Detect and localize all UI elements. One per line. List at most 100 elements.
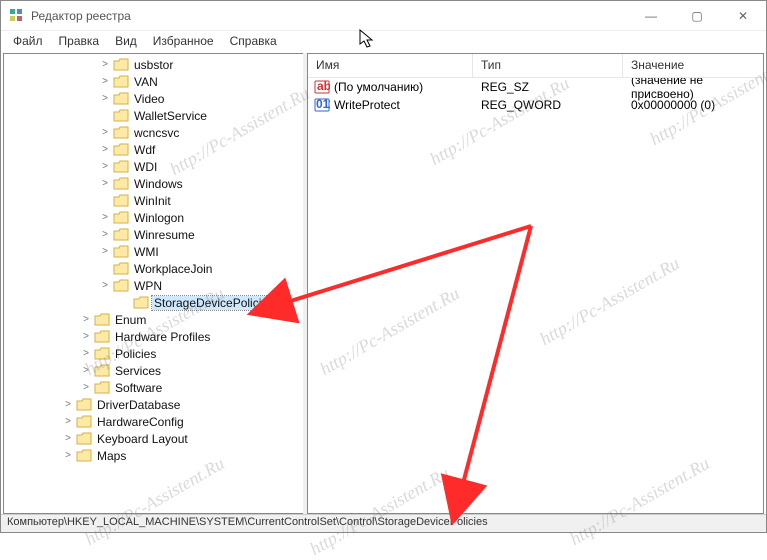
expander-icon[interactable]: > <box>99 161 111 172</box>
tree-item[interactable]: > wcncsvc <box>4 124 303 141</box>
svg-text:ab: ab <box>317 79 330 93</box>
list-pane: Имя Тип Значение ab(По умолчанию)REG_SZ(… <box>307 53 764 514</box>
list-row[interactable]: ab(По умолчанию)REG_SZ(значение не присв… <box>308 78 763 96</box>
column-header-type[interactable]: Тип <box>473 54 623 77</box>
maximize-button[interactable]: ▢ <box>674 1 720 31</box>
menubar: Файл Правка Вид Избранное Справка <box>1 31 766 51</box>
expander-icon[interactable]: > <box>99 178 111 189</box>
expander-icon[interactable]: > <box>99 246 111 257</box>
expander-icon[interactable]: > <box>62 433 74 444</box>
tree-item[interactable]: >Video <box>4 90 303 107</box>
folder-icon <box>113 194 129 208</box>
value-data: 0x00000000 (0) <box>623 98 763 112</box>
tree-item[interactable]: > Hardware Profiles <box>4 328 303 345</box>
tree-item[interactable]: > Winlogon <box>4 209 303 226</box>
folder-icon <box>113 279 129 293</box>
expander-icon[interactable]: > <box>62 416 74 427</box>
expander-icon[interactable]: > <box>99 93 111 104</box>
tree-item[interactable]: > Services <box>4 362 303 379</box>
tree-item[interactable]: > usbstor <box>4 56 303 73</box>
list-body[interactable]: ab(По умолчанию)REG_SZ(значение не присв… <box>308 78 763 513</box>
string-value-icon: ab <box>314 79 330 95</box>
tree-item-label: Windows <box>132 177 185 191</box>
menu-favorites[interactable]: Избранное <box>145 32 222 50</box>
tree-item[interactable]: > WMI <box>4 243 303 260</box>
tree-item-label: HardwareConfig <box>95 415 186 429</box>
expander-icon[interactable]: > <box>99 76 111 87</box>
tree-item[interactable]: > VAN <box>4 73 303 90</box>
tree-item-label: Keyboard Layout <box>95 432 190 446</box>
folder-icon <box>113 58 129 72</box>
titlebar: Редактор реестра — ▢ ✕ <box>1 1 766 31</box>
folder-icon <box>113 211 129 225</box>
tree-item[interactable]: StorageDevicePolicies <box>4 294 303 311</box>
folder-icon <box>76 449 92 463</box>
menu-edit[interactable]: Правка <box>51 32 108 50</box>
binary-value-icon: 011 <box>314 97 330 113</box>
expander-icon[interactable]: > <box>99 280 111 291</box>
expander-icon[interactable]: > <box>80 331 92 342</box>
tree-item-label: Enum <box>113 313 148 327</box>
expander-icon[interactable]: > <box>99 144 111 155</box>
tree-item-label: WinInit <box>132 194 173 208</box>
tree-item-label: StorageDevicePolicies <box>152 296 276 310</box>
tree-item[interactable]: > Enum <box>4 311 303 328</box>
tree-item[interactable]: >Wdf <box>4 141 303 158</box>
expander-icon[interactable]: > <box>80 382 92 393</box>
tree-item-label: usbstor <box>132 58 175 72</box>
menu-help[interactable]: Справка <box>222 32 285 50</box>
tree-item[interactable]: > Winresume <box>4 226 303 243</box>
expander-icon[interactable]: > <box>80 365 92 376</box>
close-button[interactable]: ✕ <box>720 1 766 31</box>
tree-item-label: VAN <box>132 75 160 89</box>
column-header-name[interactable]: Имя <box>308 54 473 77</box>
tree-scroll[interactable]: >usbstor>VAN>VideoWalletService>wcncsvc>… <box>4 54 303 513</box>
expander-icon[interactable]: > <box>62 399 74 410</box>
expander-icon[interactable]: > <box>99 212 111 223</box>
folder-icon <box>76 432 92 446</box>
tree-item-label: wcncsvc <box>132 126 181 140</box>
folder-icon <box>113 228 129 242</box>
tree-item-label: Software <box>113 381 164 395</box>
tree-item[interactable]: > Software <box>4 379 303 396</box>
folder-icon <box>113 75 129 89</box>
expander-icon[interactable]: > <box>99 59 111 70</box>
tree-item[interactable]: WalletService <box>4 107 303 124</box>
window-title: Редактор реестра <box>31 9 628 23</box>
tree-item[interactable]: > WPN <box>4 277 303 294</box>
app-icon <box>9 8 25 24</box>
tree-item[interactable]: > HardwareConfig <box>4 413 303 430</box>
list-row[interactable]: 011WriteProtectREG_QWORD0x00000000 (0) <box>308 96 763 114</box>
folder-icon <box>113 126 129 140</box>
expander-icon[interactable]: > <box>80 314 92 325</box>
tree-item-label: Services <box>113 364 163 378</box>
folder-icon <box>133 296 149 310</box>
folder-icon <box>94 330 110 344</box>
folder-icon <box>113 109 129 123</box>
tree-item[interactable]: >Maps <box>4 447 303 464</box>
menu-view[interactable]: Вид <box>107 32 145 50</box>
tree-item[interactable]: >DriverDatabase <box>4 396 303 413</box>
tree-item-label: Winresume <box>132 228 197 242</box>
minimize-button[interactable]: — <box>628 1 674 31</box>
tree-item[interactable]: > Keyboard Layout <box>4 430 303 447</box>
menu-file[interactable]: Файл <box>5 32 51 50</box>
expander-icon[interactable]: > <box>80 348 92 359</box>
column-header-value[interactable]: Значение <box>623 54 763 77</box>
tree-item-label: WMI <box>132 245 161 259</box>
tree-item[interactable]: >Policies <box>4 345 303 362</box>
folder-icon <box>94 313 110 327</box>
tree-item-label: Winlogon <box>132 211 186 225</box>
statusbar-path: Компьютер\HKEY_LOCAL_MACHINE\SYSTEM\Curr… <box>1 514 766 532</box>
tree-item-label: Hardware Profiles <box>113 330 212 344</box>
expander-icon[interactable]: > <box>99 229 111 240</box>
tree-item[interactable]: WorkplaceJoin <box>4 260 303 277</box>
folder-icon <box>113 160 129 174</box>
tree-item[interactable]: >WDI <box>4 158 303 175</box>
tree-item[interactable]: > Windows <box>4 175 303 192</box>
expander-icon[interactable]: > <box>62 450 74 461</box>
expander-icon[interactable]: > <box>99 127 111 138</box>
tree-item[interactable]: WinInit <box>4 192 303 209</box>
tree-item-label: WPN <box>132 279 164 293</box>
folder-icon <box>76 398 92 412</box>
